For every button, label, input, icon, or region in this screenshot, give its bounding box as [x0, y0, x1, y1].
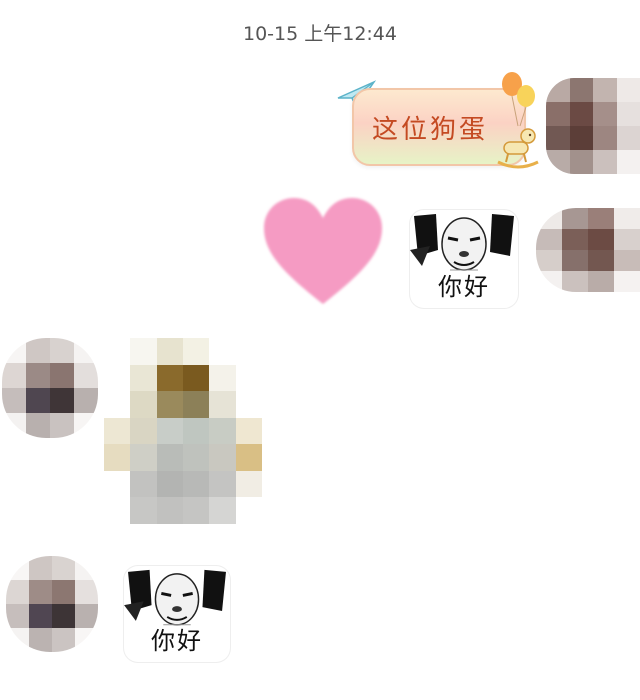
meme-caption: 你好 — [438, 273, 490, 301]
sender-avatar[interactable] — [6, 556, 98, 652]
meme-sticker[interactable]: 你好 — [410, 210, 518, 308]
bubble-text: 这位狗蛋 — [371, 114, 488, 145]
rocking-horse-icon — [497, 128, 539, 169]
chat-image[interactable] — [104, 338, 262, 524]
meme-caption: 你好 — [151, 627, 203, 655]
chat-timestamp: 10-15 上午12:44 — [242, 23, 397, 45]
sender-avatar[interactable] — [546, 78, 640, 174]
pink-heart-icon[interactable] — [262, 196, 384, 308]
sender-avatar[interactable] — [536, 208, 640, 292]
sender-avatar[interactable] — [2, 338, 98, 438]
meme-sticker[interactable]: 你好 — [124, 566, 230, 662]
